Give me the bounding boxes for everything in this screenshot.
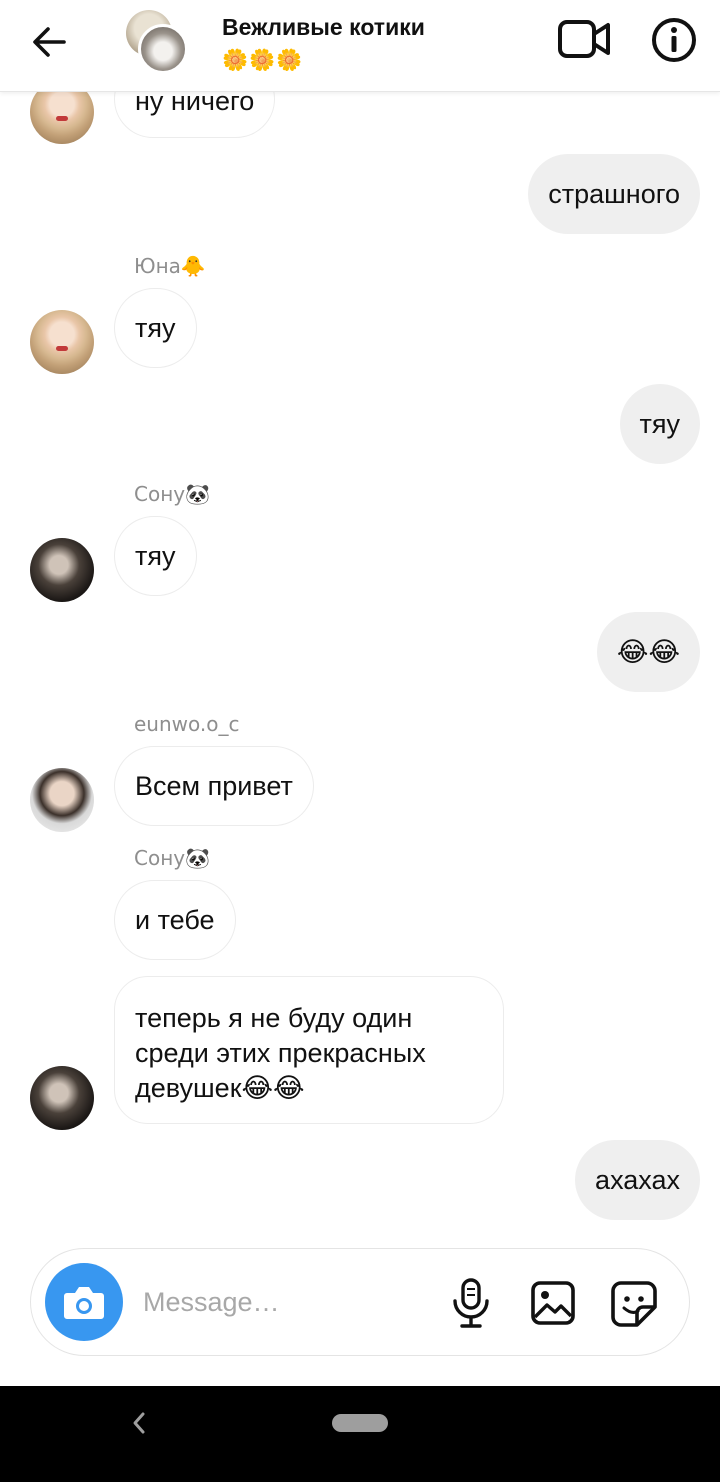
avatar[interactable] [30, 768, 94, 832]
sender-name: Сону🐼 [134, 846, 211, 870]
avatar [138, 24, 188, 74]
message-bubble-incoming[interactable]: Всем привет [114, 746, 314, 826]
sticker-icon[interactable] [609, 1279, 659, 1329]
message-bubble-incoming[interactable]: теперь я не буду один среди этих прекрас… [114, 976, 504, 1124]
chat-subtitle: 🌼🌼🌼 [222, 48, 304, 72]
camera-button[interactable] [45, 1263, 123, 1341]
chat-title[interactable]: Вежливые котики [222, 14, 425, 41]
message-text: страшного [548, 178, 680, 209]
nav-back-icon[interactable] [128, 1410, 150, 1436]
message-text: и тебе [135, 904, 215, 935]
camera-icon [64, 1287, 104, 1319]
message-bubble-outgoing[interactable]: страшного [528, 154, 700, 234]
chat-header: Вежливые котики 🌼🌼🌼 [0, 0, 720, 92]
info-icon[interactable] [650, 16, 698, 64]
video-camera-icon[interactable] [556, 16, 612, 62]
message-bubble-outgoing[interactable]: ахахах [575, 1140, 700, 1220]
message-bubble-incoming[interactable]: тяу [114, 288, 197, 368]
microphone-icon[interactable] [447, 1277, 495, 1329]
arrow-left-icon[interactable] [26, 20, 74, 64]
sender-name: Сону🐼 [134, 482, 211, 506]
sender-name: Юна🐥 [134, 254, 206, 278]
message-bubble-outgoing[interactable]: 😂😂 [596, 612, 700, 692]
message-text: тяу [135, 312, 176, 343]
message-thread: ну ничего страшного Юна🐥 тяу тяу Сону🐼 т… [0, 0, 720, 1240]
message-text: Всем привет [135, 770, 293, 801]
message-composer [30, 1248, 690, 1356]
system-navigation-bar [0, 1386, 720, 1482]
message-bubble-outgoing[interactable]: тяу [619, 384, 700, 464]
message-text: теперь я не буду один среди этих прекрас… [135, 1003, 426, 1103]
message-text: тяу [639, 408, 681, 439]
message-text: тяу [135, 540, 176, 571]
message-text: 😂😂 [616, 636, 680, 668]
message-input[interactable] [143, 1279, 433, 1325]
avatar[interactable] [30, 538, 94, 602]
avatar[interactable] [30, 1066, 94, 1130]
group-avatar[interactable] [126, 10, 192, 74]
message-text: ахахах [595, 1164, 680, 1195]
avatar[interactable] [30, 310, 94, 374]
message-bubble-incoming[interactable]: тяу [114, 516, 197, 596]
image-icon[interactable] [529, 1279, 577, 1327]
sender-name: eunwo.o_c [134, 712, 240, 736]
message-bubble-incoming[interactable]: и тебе [114, 880, 236, 960]
nav-home-pill[interactable] [332, 1414, 388, 1432]
